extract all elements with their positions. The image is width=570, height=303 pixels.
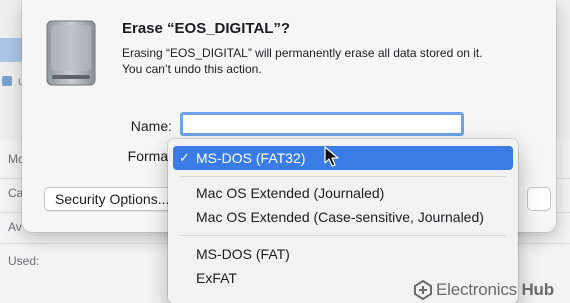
menu-separator — [180, 176, 506, 177]
electronicshub-watermark: Electronics Hub — [414, 279, 554, 301]
name-label: Name: — [130, 118, 172, 134]
external-drive-icon — [46, 20, 96, 86]
info-label-used: Used: — [8, 254, 40, 268]
format-label: Format — [127, 148, 172, 164]
menu-item-label: Mac OS Extended (Journaled) — [196, 185, 385, 201]
menu-item-label: MS-DOS (FAT) — [196, 246, 290, 262]
name-input[interactable] — [180, 112, 464, 136]
sidebar-volume-icon — [2, 76, 12, 86]
checkmark-icon: ✓ — [179, 150, 190, 165]
watermark-text: Electronics Hub — [436, 280, 554, 299]
menu-item-mac-os-extended-journaled[interactable]: Mac OS Extended (Journaled) — [173, 181, 513, 205]
menu-item-label: MS-DOS (FAT32) — [196, 150, 306, 166]
info-label-available: Av — [8, 220, 22, 234]
menu-item-ms-dos-fat32[interactable]: ✓ MS-DOS (FAT32) — [173, 146, 513, 170]
menu-separator — [180, 235, 506, 236]
menu-item-mac-os-extended-case-sensitive[interactable]: Mac OS Extended (Case-sensitive, Journal… — [173, 205, 513, 229]
menu-item-ms-dos-fat[interactable]: MS-DOS (FAT) — [173, 242, 513, 266]
description-line-2: You can’t undo this action. — [122, 62, 262, 76]
menu-item-label: ExFAT — [196, 270, 237, 286]
menu-item-label: Mac OS Extended (Case-sensitive, Journal… — [196, 209, 484, 225]
description-line-1: Erasing “EOS_DIGITAL” will permanently e… — [122, 46, 483, 60]
dialog-button[interactable] — [527, 187, 551, 211]
dialog-description: Erasing “EOS_DIGITAL” will permanently e… — [122, 45, 542, 77]
dialog-title: Erase “EOS_DIGITAL”? — [122, 20, 291, 37]
mouse-pointer-icon — [324, 146, 339, 167]
electronicshub-logo-icon — [414, 280, 432, 300]
